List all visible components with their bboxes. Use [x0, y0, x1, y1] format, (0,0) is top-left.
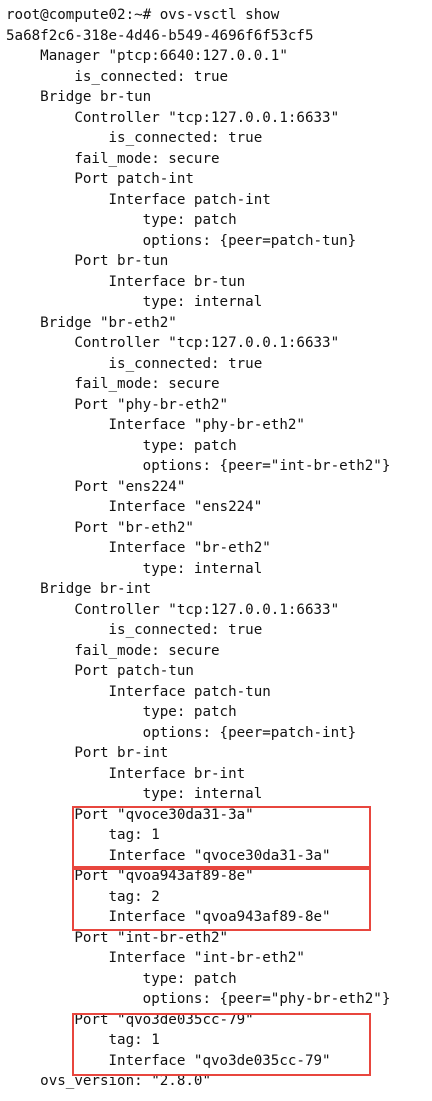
output-line: Interface br-tun [6, 273, 246, 290]
output-line: options: {peer=patch-int} [6, 724, 357, 741]
output-line: Interface br-int [6, 765, 246, 782]
output-line: Controller "tcp:127.0.0.1:6633" [6, 335, 340, 351]
output-line: Port "br-eth2" [6, 519, 194, 536]
output-line: fail_mode: secure [6, 150, 220, 167]
output-line: Port "ens224" [6, 478, 186, 495]
output-line: options: {peer=patch-tun} [6, 232, 357, 249]
output-line: ovs_version: "2.8.0" [6, 1073, 211, 1089]
output-line: type: patch [6, 704, 237, 720]
output-line: Bridge "br-eth2" [6, 314, 177, 331]
output-line: Port "int-br-eth2" [6, 929, 229, 946]
output-line: is_connected: true [6, 355, 263, 372]
output-line: type: patch [6, 970, 237, 987]
output-line: Port patch-tun [6, 663, 194, 679]
output-line: is_connected: true [6, 130, 263, 146]
output-line: Port "qvo3de035cc-79" [6, 1011, 254, 1028]
output-line: Controller "tcp:127.0.0.1:6633" [6, 109, 340, 126]
output-line: 5a68f2c6-318e-4d46-b549-4696f6f53cf5 [6, 27, 314, 44]
output-line: Bridge br-int [6, 581, 152, 597]
output-line: options: {peer="phy-br-eth2"} [6, 991, 391, 1007]
output-line: tag: 1 [6, 1032, 160, 1048]
output-line: Interface patch-tun [6, 683, 271, 700]
output-line: fail_mode: secure [6, 642, 220, 659]
output-line: Bridge br-tun [6, 89, 152, 105]
output-line: Interface "ens224" [6, 499, 263, 515]
output-line: Manager "ptcp:6640:127.0.0.1" [6, 48, 288, 64]
output-line: is_connected: true [6, 68, 229, 85]
output-line: type: internal [6, 294, 263, 310]
output-line: Interface "qvoce30da31-3a" [6, 847, 331, 864]
output-line: Port br-tun [6, 253, 169, 269]
terminal-window[interactable]: root@compute02:~# ovs-vsctl show 5a68f2c6… [0, 0, 432, 1101]
output-line: Interface patch-int [6, 191, 271, 208]
output-line: type: internal [6, 560, 263, 577]
output-line: fail_mode: secure [6, 376, 220, 392]
output-line: Interface "int-br-eth2" [6, 950, 305, 966]
command-output: root@compute02:~# ovs-vsctl show 5a68f2c6… [6, 5, 390, 1092]
output-line: Controller "tcp:127.0.0.1:6633" [6, 601, 340, 618]
output-line: type: patch [6, 212, 237, 228]
output-line: Interface "qvo3de035cc-79" [6, 1052, 331, 1069]
output-line: Port "qvoa943af89-8e" [6, 868, 254, 884]
output-line: Interface "phy-br-eth2" [6, 417, 305, 433]
output-line: tag: 2 [6, 888, 160, 905]
output-line: type: patch [6, 437, 237, 454]
output-line: type: internal [6, 786, 263, 802]
output-line: options: {peer="int-br-eth2"} [6, 458, 391, 474]
output-line: tag: 1 [6, 827, 160, 843]
output-line: Interface "qvoa943af89-8e" [6, 909, 331, 925]
output-line: is_connected: true [6, 622, 263, 638]
output-line: Port br-int [6, 745, 169, 761]
output-line: Port patch-int [6, 171, 194, 187]
command-prompt-line: root@compute02:~# ovs-vsctl show [6, 7, 280, 23]
output-line: Interface "br-eth2" [6, 540, 271, 556]
output-line: Port "qvoce30da31-3a" [6, 806, 254, 823]
output-line: Port "phy-br-eth2" [6, 396, 229, 413]
